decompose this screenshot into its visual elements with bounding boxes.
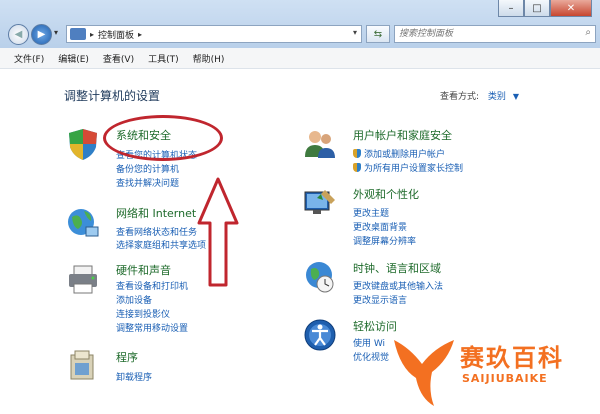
- menu-tools[interactable]: 工具(T): [148, 52, 179, 65]
- view-by-label: 查看方式:: [440, 92, 480, 102]
- annotation-up-arrow: [197, 177, 239, 287]
- menu-file[interactable]: 文件(F): [14, 52, 44, 65]
- security-shield-icon[interactable]: [66, 127, 100, 161]
- breadcrumb-chevron-icon[interactable]: ▸: [138, 30, 142, 39]
- refresh-icon: ⇆: [373, 28, 383, 40]
- category-link[interactable]: 更改键盘或其他输入法: [353, 279, 443, 292]
- menu-edit[interactable]: 编辑(E): [58, 52, 89, 65]
- category-link[interactable]: 查找并解决问题: [116, 176, 179, 189]
- search-icon[interactable]: ⌕: [585, 27, 591, 38]
- category-title[interactable]: 时钟、语言和区域: [353, 260, 441, 276]
- category-title[interactable]: 用户帐户和家庭安全: [353, 127, 452, 143]
- category-link-label: 添加或删除用户帐户: [364, 150, 446, 160]
- close-button[interactable]: ✕: [550, 0, 592, 17]
- watermark-brand-en: SAIJIUBAIKE: [462, 372, 548, 385]
- forward-button[interactable]: ▶: [31, 24, 52, 45]
- control-panel-icon: [70, 28, 86, 40]
- watermark: 赛玖百科 SAIJIUBAIKE: [388, 330, 600, 414]
- whale-tail-logo-icon: [394, 340, 454, 406]
- category-link[interactable]: 更改主题: [353, 206, 389, 219]
- menu-help[interactable]: 帮助(H): [193, 52, 225, 65]
- category-link[interactable]: 使用 Wi: [353, 336, 385, 349]
- menu-bar: 文件(F) 编辑(E) 查看(V) 工具(T) 帮助(H): [0, 48, 600, 69]
- category-link[interactable]: 查看网络状态和任务: [116, 225, 197, 238]
- category-title[interactable]: 程序: [116, 349, 138, 365]
- category-link[interactable]: 查看设备和打印机: [116, 279, 188, 292]
- programs-box-icon[interactable]: [66, 349, 100, 383]
- category-link[interactable]: 调整屏幕分辨率: [353, 234, 416, 247]
- back-button[interactable]: ◀: [8, 24, 29, 45]
- address-dropdown-icon[interactable]: ▾: [353, 28, 357, 37]
- category-link-label: 为所有用户设置家长控制: [364, 164, 464, 174]
- page-title: 调整计算机的设置: [64, 89, 161, 103]
- window-controls: – □ ✕: [498, 0, 592, 17]
- breadcrumb-chevron-icon[interactable]: ▸: [90, 30, 94, 39]
- category-link[interactable]: 添加设备: [116, 293, 152, 306]
- category-link[interactable]: 为所有用户设置家长控制: [353, 161, 463, 174]
- category-link[interactable]: 调整常用移动设置: [116, 321, 188, 334]
- users-icon[interactable]: [303, 127, 337, 161]
- minimize-button[interactable]: –: [498, 0, 524, 17]
- category-link[interactable]: 更改桌面背景: [353, 220, 407, 233]
- category-title[interactable]: 外观和个性化: [353, 186, 419, 202]
- ease-of-access-icon[interactable]: [303, 318, 337, 352]
- refresh-button[interactable]: ⇆: [366, 25, 390, 43]
- printer-icon[interactable]: [66, 262, 100, 296]
- category-link[interactable]: 备份您的计算机: [116, 162, 179, 175]
- search-input[interactable]: [395, 26, 579, 42]
- chevron-down-icon[interactable]: ▼: [513, 92, 519, 101]
- network-globe-icon[interactable]: [66, 205, 100, 239]
- view-by: 查看方式: 类别 ▼: [440, 89, 519, 102]
- view-by-select[interactable]: 类别: [488, 92, 506, 102]
- category-link[interactable]: 优化视觉: [353, 350, 389, 363]
- category-link[interactable]: 更改显示语言: [353, 293, 407, 306]
- shield-icon: [353, 163, 361, 172]
- category-link[interactable]: 连接到投影仪: [116, 307, 170, 320]
- category-title[interactable]: 网络和 Internet: [116, 205, 196, 221]
- address-bar[interactable]: ▸ 控制面板 ▸ ▾: [66, 25, 362, 43]
- breadcrumb-control-panel[interactable]: 控制面板: [98, 28, 134, 41]
- category-link[interactable]: 添加或删除用户帐户: [353, 147, 445, 160]
- category-link[interactable]: 选择家庭组和共享选项: [116, 238, 206, 251]
- annotation-highlight-ellipse: [103, 115, 223, 161]
- recent-pages-dropdown-icon[interactable]: ▾: [54, 28, 58, 37]
- maximize-button[interactable]: □: [524, 0, 550, 17]
- menu-view[interactable]: 查看(V): [103, 52, 134, 65]
- category-title[interactable]: 硬件和声音: [116, 262, 171, 278]
- category-link[interactable]: 卸载程序: [116, 370, 152, 383]
- search-box[interactable]: ⌕: [394, 25, 596, 43]
- clock-globe-icon[interactable]: [303, 260, 337, 294]
- navigation-bar: ◀ ▶ ▾ ▸ 控制面板 ▸ ▾ ⇆ ⌕: [0, 22, 600, 46]
- monitor-paintbrush-icon[interactable]: [303, 186, 337, 220]
- window-titlebar: – □ ✕ ◀ ▶ ▾ ▸ 控制面板 ▸ ▾ ⇆ ⌕: [0, 0, 600, 48]
- shield-icon: [353, 149, 361, 158]
- watermark-brand-cn: 赛玖百科: [460, 344, 564, 372]
